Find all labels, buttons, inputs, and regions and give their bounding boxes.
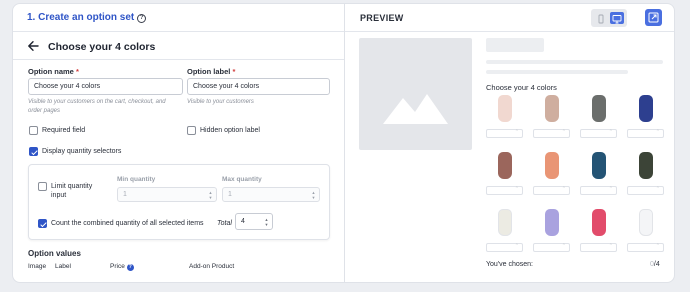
chosen-summary-label: You've chosen: [486, 261, 534, 268]
color-swatch[interactable] [592, 95, 606, 122]
price-info-icon[interactable]: ? [126, 264, 134, 271]
swatch-quantity-select[interactable] [486, 186, 523, 195]
required-field-label: Required field [42, 127, 86, 134]
required-field-checkbox[interactable] [29, 126, 38, 135]
color-swatch[interactable] [639, 95, 653, 122]
help-icon[interactable]: ? [137, 14, 147, 23]
swatch-quantity-select[interactable] [580, 129, 617, 138]
quantity-settings-box: Limit quantity input Min quantity 1 ▲ ▼ Ma… [28, 164, 330, 240]
color-swatch[interactable] [592, 209, 606, 236]
column-header-price: Price? [110, 263, 134, 271]
color-swatch[interactable] [545, 152, 559, 179]
swatch-quantity-select[interactable] [627, 129, 664, 138]
option-title: Choose your 4 colors [48, 41, 156, 53]
min-quantity-stepper-icon[interactable]: ▲ ▼ [207, 190, 214, 200]
color-swatch[interactable] [498, 209, 512, 236]
option-label-hint: Visible to your customers [187, 99, 254, 105]
column-header-image: Image [28, 263, 47, 270]
option-name-label: Option name * [28, 67, 79, 76]
count-combined-checkbox[interactable] [38, 219, 47, 228]
display-quantity-selectors-label: Display quantity selectors [42, 148, 122, 155]
swatch-quantity-select[interactable] [627, 243, 664, 252]
swatch-quantity-select[interactable] [627, 186, 664, 195]
limit-quantity-checkbox[interactable] [38, 182, 47, 191]
count-combined-label: Count the combined quantity of all selec… [51, 220, 204, 227]
min-quantity-input[interactable]: 1 ▲ ▼ [117, 187, 217, 202]
total-quantity-stepper-icon[interactable]: ▲ ▼ [263, 217, 270, 227]
total-label: Total [217, 220, 232, 227]
preview-option-label: Choose your 4 colors [486, 83, 557, 92]
max-quantity-label: Max quantity [222, 176, 262, 183]
open-preview-button[interactable] [645, 9, 662, 26]
skeleton-title-bar [486, 38, 544, 52]
swatch-quantity-select[interactable] [580, 243, 617, 252]
product-image-placeholder [359, 38, 472, 150]
option-set-editor-panel: 1. Create an option set? Choose your 4 c… [12, 3, 345, 283]
option-label-label: Option label * [187, 67, 236, 76]
column-header-add-on-product: Add-on Product [189, 263, 235, 270]
option-name-input[interactable]: Choose your 4 colors [28, 78, 183, 95]
swatch-quantity-select[interactable] [533, 186, 570, 195]
desktop-icon [612, 15, 622, 24]
preview-panel: PREVIEW Choose your 4 colors ⌃ ⌃ ⌃ ⌃ ⌃ ⌃… [345, 3, 675, 283]
skeleton-line-2 [486, 70, 628, 74]
swatch-quantity-select[interactable] [486, 243, 523, 252]
device-toggle [591, 9, 627, 27]
swatch-quantity-select[interactable] [533, 129, 570, 138]
max-quantity-stepper-icon[interactable]: ▲ ▼ [310, 190, 317, 200]
column-header-label: Label [55, 263, 71, 270]
mobile-view-button[interactable] [594, 12, 608, 24]
image-placeholder-icon [383, 94, 448, 124]
swatch-quantity-select[interactable] [580, 186, 617, 195]
editor-header: 1. Create an option set? [13, 4, 344, 32]
hidden-option-label-label: Hidden option label [200, 127, 260, 134]
total-quantity-input[interactable]: 4 ▲ ▼ [235, 213, 273, 230]
option-name-hint: Visible to your customers on the cart, c… [28, 99, 166, 114]
step-title: 1. Create an option set? [27, 12, 147, 23]
swatch-quantity-select[interactable] [533, 243, 570, 252]
color-swatch[interactable] [545, 95, 559, 122]
min-quantity-label: Min quantity [117, 176, 156, 183]
max-quantity-input[interactable]: 1 ▲ ▼ [222, 187, 320, 202]
color-swatch[interactable] [592, 152, 606, 179]
preview-header: PREVIEW [345, 4, 674, 32]
mobile-icon [598, 14, 604, 24]
limit-quantity-label: Limit quantity input [51, 183, 93, 199]
color-swatch[interactable] [498, 152, 512, 179]
swatch-quantity-select[interactable] [486, 129, 523, 138]
option-values-title: Option values [28, 249, 81, 258]
option-label-input[interactable]: Choose your 4 colors [187, 78, 330, 95]
color-swatch[interactable] [498, 95, 512, 122]
external-link-icon [648, 12, 659, 23]
option-subheader: Choose your 4 colors [13, 33, 344, 60]
back-arrow-icon[interactable] [27, 40, 39, 52]
color-swatch[interactable] [639, 209, 653, 236]
color-swatch[interactable] [545, 209, 559, 236]
hidden-option-label-checkbox[interactable] [187, 126, 196, 135]
skeleton-line-1 [486, 60, 663, 64]
desktop-view-button[interactable] [610, 12, 624, 24]
color-swatch[interactable] [639, 152, 653, 179]
preview-title: PREVIEW [360, 13, 404, 23]
display-quantity-selectors-checkbox[interactable] [29, 147, 38, 156]
chosen-count: 0/4 [650, 261, 660, 268]
